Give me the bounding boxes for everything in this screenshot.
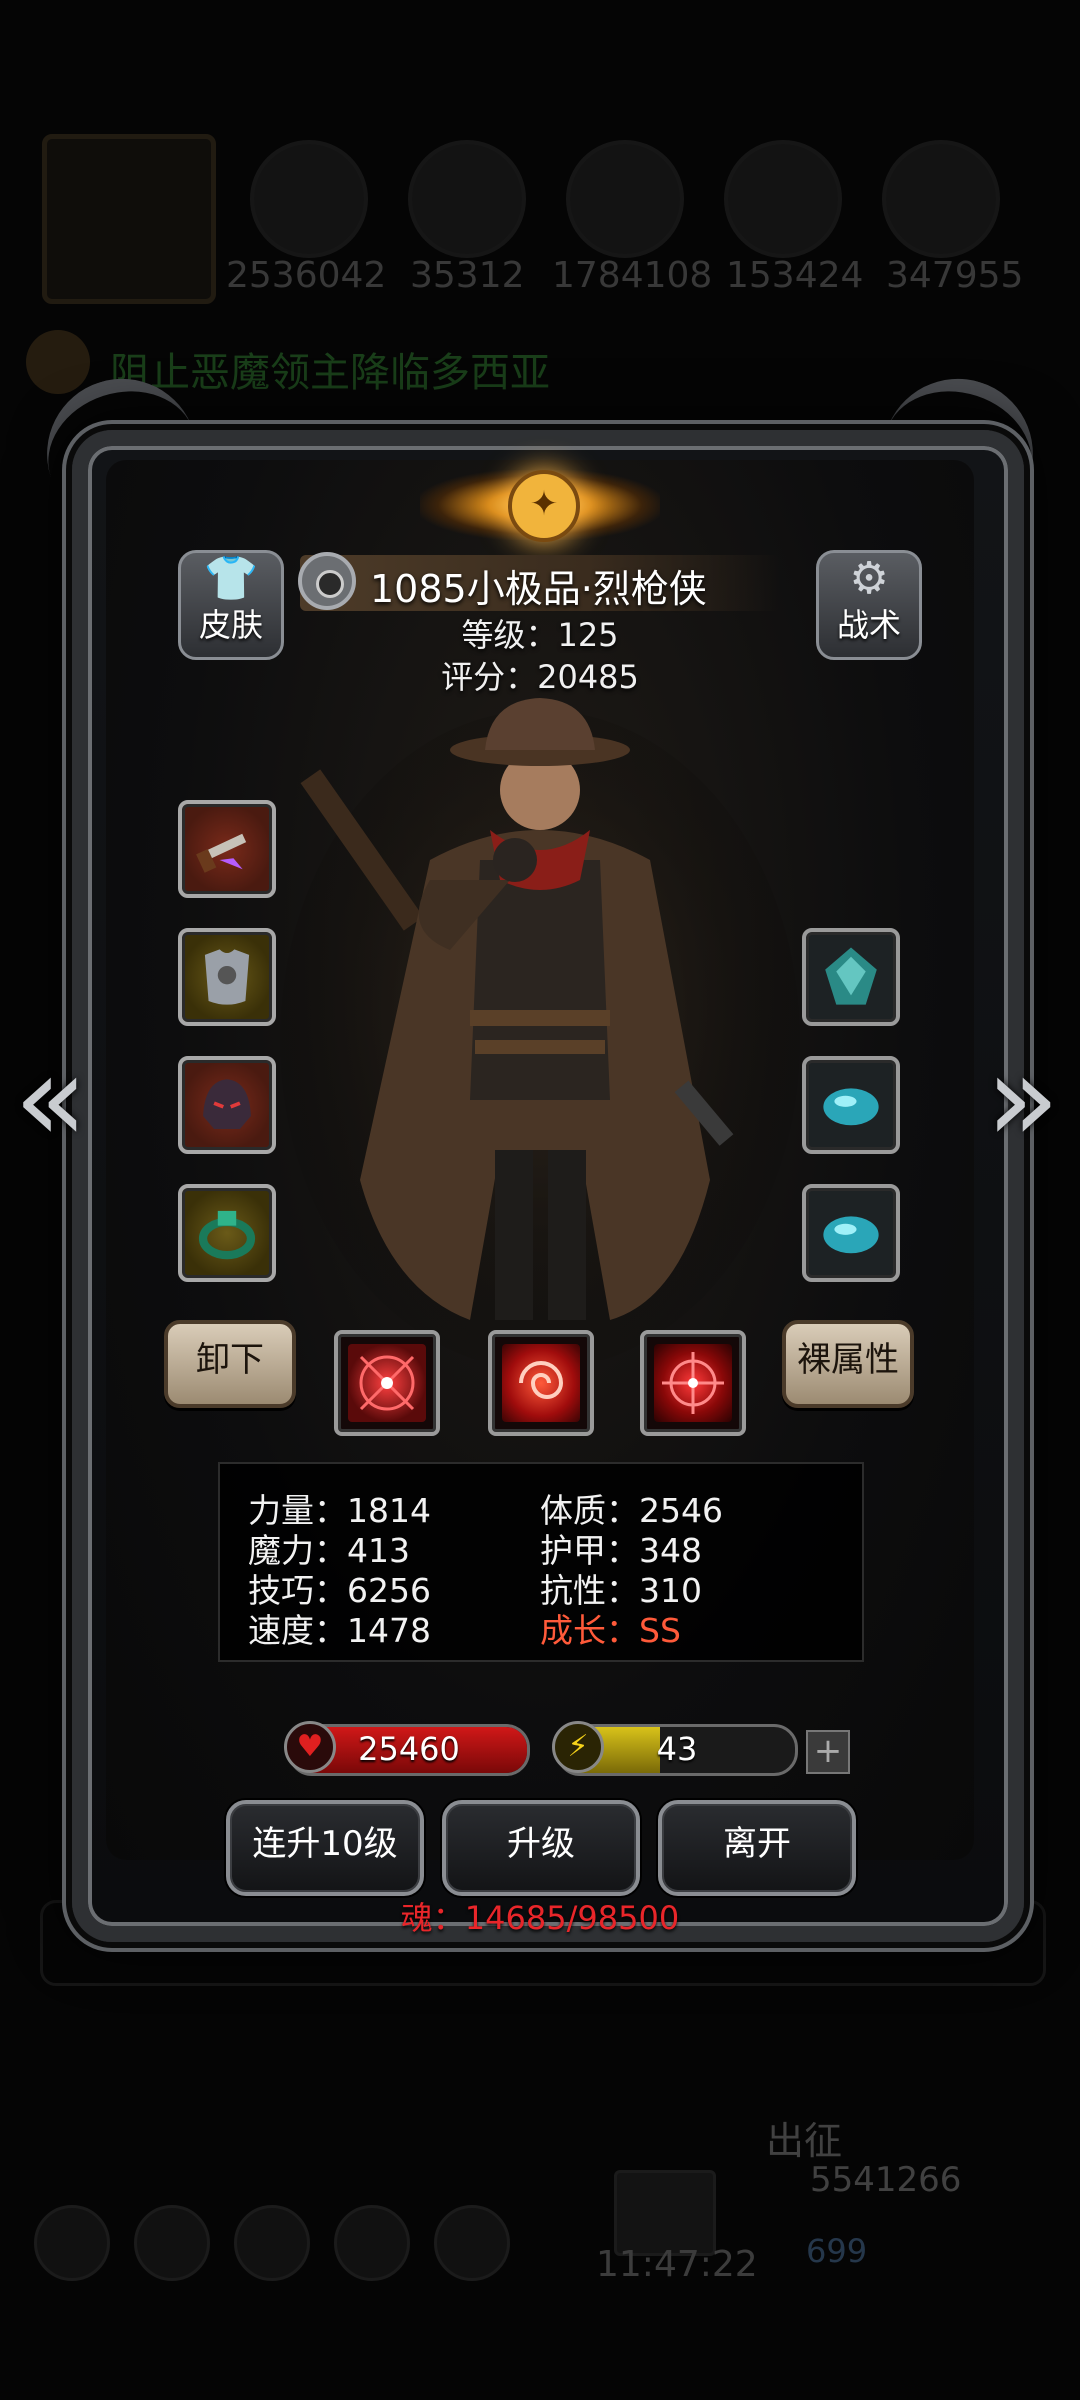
hero-name: 1085小极品·烈枪侠 <box>370 567 707 611</box>
ring-icon <box>192 1198 262 1268</box>
helmet-icon <box>192 1070 262 1140</box>
menu-icon <box>434 2205 510 2281</box>
chest-armor-icon <box>192 942 262 1012</box>
gem-slot-1[interactable] <box>802 928 900 1026</box>
crest-emblem-icon: ✦ <box>508 470 580 542</box>
resource-icon <box>408 140 526 258</box>
level-up-button[interactable]: 升级 <box>442 1800 640 1896</box>
add-energy-button[interactable]: + <box>806 1730 850 1774</box>
menu-icon <box>234 2205 310 2281</box>
flintlock-pistol-icon <box>192 814 262 884</box>
cyan-gem-icon <box>816 1198 886 1268</box>
gold-value: 5541266 <box>810 2160 962 2200</box>
gem-value: 699 <box>806 2232 868 2270</box>
gem-slot-3[interactable] <box>802 1184 900 1282</box>
next-hero-arrow-icon[interactable]: » <box>986 1040 1059 1160</box>
background-hero-portrait <box>42 134 216 304</box>
heart-icon: ♥ <box>284 1721 336 1773</box>
menu-icon <box>34 2205 110 2281</box>
soul-counter: 魂：14685/98500 <box>400 1899 680 1937</box>
resource-value: 35312 <box>410 255 525 296</box>
hero-portrait <box>280 680 800 1370</box>
stat-speed: 速度：1478 <box>248 1611 431 1650</box>
prev-hero-arrow-icon[interactable]: « <box>14 1040 87 1160</box>
gem-slot-2[interactable] <box>802 1056 900 1154</box>
target-skill-icon <box>654 1344 732 1422</box>
leave-button[interactable]: 离开 <box>658 1800 856 1896</box>
skill-slot-3[interactable] <box>640 1330 746 1436</box>
skill-slot-1[interactable] <box>334 1330 440 1436</box>
quest-icon <box>26 330 90 394</box>
lightning-icon: ⚡ <box>552 1721 604 1773</box>
vortex-skill-icon <box>502 1344 580 1422</box>
hero-level: 等级：125 <box>461 616 619 654</box>
cyan-gem-icon <box>816 1070 886 1140</box>
resource-value: 1784108 <box>552 255 713 296</box>
clock-text: 11:47:22 <box>596 2244 758 2285</box>
resource-value: 153424 <box>726 255 864 296</box>
skill-slot-2[interactable] <box>488 1330 594 1436</box>
gunslinger-figure <box>280 698 800 1370</box>
quest-text: 阻止恶魔领主降临多西亚 <box>110 350 550 396</box>
level-up-10-button[interactable]: 连升10级 <box>226 1800 424 1896</box>
armor-slot[interactable] <box>178 928 276 1026</box>
resource-value: 2536042 <box>226 255 387 296</box>
ring-slot[interactable] <box>178 1184 276 1282</box>
unequip-button[interactable]: 卸下 <box>164 1320 296 1408</box>
crosshair-skill-icon <box>348 1344 426 1422</box>
resource-value: 347955 <box>886 255 1024 296</box>
resource-icon <box>882 140 1000 258</box>
resource-icon <box>250 140 368 258</box>
helmet-slot[interactable] <box>178 1056 276 1154</box>
resource-icon <box>724 140 842 258</box>
menu-icon <box>334 2205 410 2281</box>
resource-icon <box>566 140 684 258</box>
shirt-icon: 👕 <box>203 553 259 604</box>
weapon-slot[interactable] <box>178 800 276 898</box>
gear-icon: ⚙ <box>849 553 889 604</box>
menu-icon <box>134 2205 210 2281</box>
crystal-gem-icon <box>816 942 886 1012</box>
march-label: 出征 <box>766 2119 843 2163</box>
stat-growth: 成长：SS <box>540 1611 681 1650</box>
rank-badge-icon <box>298 552 356 610</box>
bare-attributes-button[interactable]: 裸属性 <box>782 1320 914 1408</box>
